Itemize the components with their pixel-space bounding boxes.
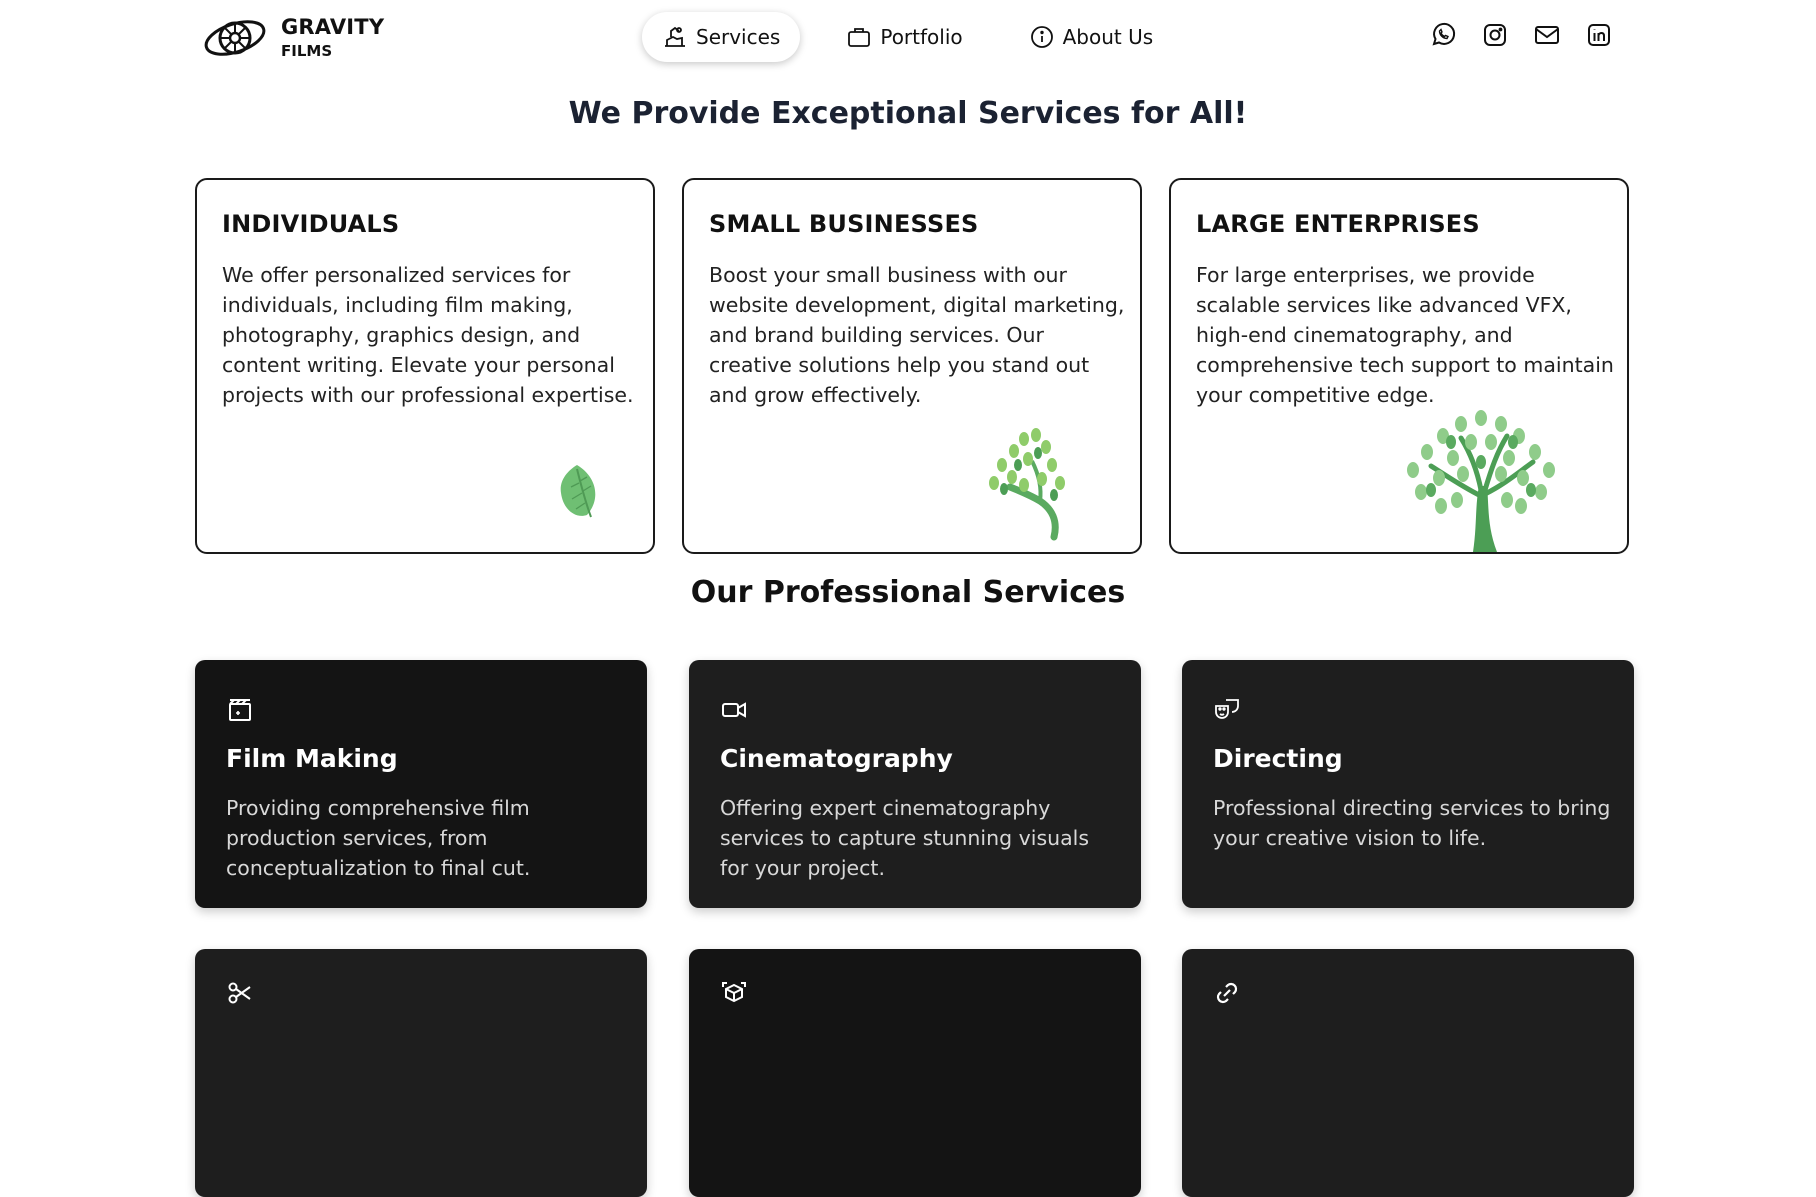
tree-icon (1407, 410, 1555, 552)
leaf-icon (560, 465, 596, 518)
whatsapp-icon (1432, 22, 1456, 46)
services-icon (665, 26, 685, 47)
brand-logo[interactable]: GRAVITY FILMS (203, 12, 413, 64)
clapperboard-icon (229, 699, 251, 721)
instagram-icon (1484, 24, 1506, 46)
nav-services[interactable]: Services (642, 12, 801, 62)
brand-sub: FILMS (281, 42, 333, 60)
brand-name: GRAVITY (281, 15, 385, 39)
audience-text: Boost your small business with our websi… (709, 263, 1125, 407)
instagram-link[interactable] (1480, 20, 1510, 50)
audience-title: SMALL BUSINESSES (709, 210, 979, 238)
hero-title: We Provide Exceptional Services for All! (568, 96, 1248, 131)
nav-services-label: Services (696, 25, 781, 49)
film-reel-logo-icon (204, 20, 266, 56)
audience-text: For large enterprises, we provide scalab… (1196, 263, 1614, 407)
link-icon (1216, 982, 1238, 1004)
service-title: Directing (1213, 744, 1343, 773)
video-camera-icon (722, 702, 746, 718)
nav-about-label: About Us (1062, 25, 1154, 49)
service-card-link[interactable] (1182, 949, 1634, 1197)
social-links (1428, 20, 1614, 54)
main-nav: Services Portfolio About Us (642, 11, 1173, 63)
service-card-cinematography[interactable]: Cinematography Offering expert cinematog… (689, 660, 1141, 908)
sapling-icon (989, 428, 1065, 541)
briefcase-icon (848, 28, 871, 47)
service-description: Providing comprehensive film production … (226, 796, 531, 880)
service-description: Professional directing services to bring… (1213, 796, 1611, 850)
service-card-editing[interactable] (195, 949, 647, 1197)
whatsapp-link[interactable] (1428, 20, 1458, 50)
linkedin-icon (1588, 24, 1610, 46)
mail-icon (1535, 26, 1559, 44)
theater-masks-icon (1215, 699, 1239, 719)
scissors-icon (228, 982, 251, 1004)
service-card-3d[interactable] (689, 949, 1141, 1197)
nav-about[interactable]: About Us (1009, 12, 1174, 62)
audience-card-individuals: INDIVIDUALS We offer personalized servic… (195, 178, 655, 554)
email-link[interactable] (1532, 20, 1562, 50)
audience-card-small-businesses: SMALL BUSINESSES Boost your small busine… (682, 178, 1142, 554)
audience-text: We offer personalized services for indiv… (222, 263, 634, 407)
service-title: Cinematography (720, 744, 953, 773)
audience-title: LARGE ENTERPRISES (1196, 210, 1480, 238)
service-title: Film Making (226, 744, 398, 773)
service-description: Offering expert cinematography services … (720, 796, 1090, 880)
service-card-film-making[interactable]: Film Making Providing comprehensive film… (195, 660, 647, 908)
services-heading: Our Professional Services (690, 575, 1126, 610)
audience-title: INDIVIDUALS (222, 210, 400, 238)
info-icon (1030, 26, 1053, 48)
nav-portfolio[interactable]: Portfolio (826, 12, 982, 62)
3d-cube-icon (722, 982, 746, 1003)
audience-card-large-enterprises: LARGE ENTERPRISES For large enterprises,… (1169, 178, 1629, 554)
nav-portfolio-label: Portfolio (880, 25, 963, 49)
linkedin-link[interactable] (1584, 20, 1614, 50)
service-card-directing[interactable]: Directing Professional directing service… (1182, 660, 1634, 908)
